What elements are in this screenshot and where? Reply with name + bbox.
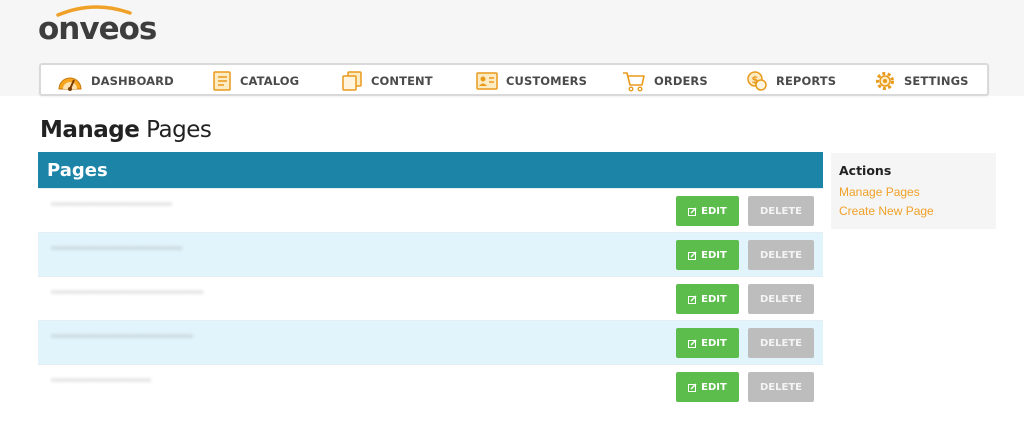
edit-button[interactable]: EDIT — [676, 196, 739, 226]
nav-label: DASHBOARD — [91, 73, 174, 88]
edit-label: EDIT — [701, 205, 727, 217]
delete-label: DELETE — [760, 249, 802, 261]
page-name-redacted: ~~~~~~~~~~~~~~~~~~~~~~~ — [51, 199, 172, 209]
nav-label: CONTENT — [371, 73, 433, 88]
list-item: ~~~~~~~~~~~~~~~~~~~~~~~ EDIT DELETE — [38, 188, 823, 232]
customers-card-icon — [476, 71, 498, 90]
pages-panel-header: Pages — [38, 152, 823, 188]
list-item: ~~~~~~~~~~~~~~~~~~~~~~~~~ EDIT DELETE — [38, 232, 823, 276]
delete-label: DELETE — [760, 205, 802, 217]
pages-list: ~~~~~~~~~~~~~~~~~~~~~~~ EDIT DELETE ~~~~… — [38, 188, 823, 408]
edit-label: EDIT — [701, 293, 727, 305]
nav-item-content[interactable]: CONTENT — [341, 68, 433, 93]
content-pages-icon — [342, 70, 362, 91]
actions-title: Actions — [839, 163, 892, 178]
edit-label: EDIT — [701, 249, 727, 261]
edit-pencil-icon — [688, 339, 697, 348]
nav-item-orders[interactable]: ORDERS — [622, 68, 708, 93]
page-title-strong: Manage — [40, 117, 140, 143]
delete-button[interactable]: DELETE — [748, 372, 814, 402]
nav-label: CATALOG — [240, 73, 300, 88]
nav-label: SETTINGS — [904, 73, 969, 88]
actions-sidebar: Actions Manage Pages Create New Page — [831, 153, 996, 229]
page-name-redacted: ~~~~~~~~~~~~~~~~~~~~~~~~~ — [51, 243, 183, 253]
delete-label: DELETE — [760, 381, 802, 393]
delete-label: DELETE — [760, 337, 802, 349]
edit-button[interactable]: EDIT — [676, 284, 739, 314]
delete-label: DELETE — [760, 293, 802, 305]
nav-item-customers[interactable]: CUSTOMERS — [476, 68, 587, 93]
nav-label: CUSTOMERS — [506, 73, 588, 88]
create-new-page-link[interactable]: Create New Page — [839, 202, 988, 221]
edit-pencil-icon — [688, 295, 697, 304]
page-name-redacted: ~~~~~~~~~~~~~~~~~~~~~~~~~~~~~ — [51, 287, 204, 297]
nav-item-settings[interactable]: SETTINGS — [874, 68, 969, 93]
manage-pages-link[interactable]: Manage Pages — [839, 183, 988, 202]
delete-button[interactable]: DELETE — [748, 328, 814, 358]
page-name-redacted: ~~~~~~~~~~~~~~~~~~~~~~~~~~~ — [51, 331, 193, 341]
list-item: ~~~~~~~~~~~~~~~~~~~~~~~~~~~ EDIT DELETE — [38, 320, 823, 364]
dashboard-gauge-icon — [58, 77, 82, 91]
pages-panel-title: Pages — [47, 159, 108, 181]
edit-label: EDIT — [701, 381, 727, 393]
edit-pencil-icon — [688, 207, 697, 216]
logo-text: onveos — [38, 11, 157, 47]
edit-button[interactable]: EDIT — [676, 328, 739, 358]
onveos-logo[interactable]: onveos — [38, 4, 157, 48]
catalog-document-icon — [213, 70, 231, 91]
nav-label: ORDERS — [654, 73, 708, 88]
nav-item-catalog[interactable]: CATALOG — [212, 68, 299, 93]
orders-cart-icon — [623, 71, 645, 92]
nav-label: REPORTS — [776, 73, 837, 88]
settings-gear-icon — [876, 71, 894, 90]
delete-button[interactable]: DELETE — [748, 196, 814, 226]
list-item: ~~~~~~~~~~~~~~~~~~~~~~~~~~~~~ EDIT DELET… — [38, 276, 823, 320]
reports-coins-icon: $ — [747, 70, 767, 91]
page-name-redacted: ~~~~~~~~~~~~~~~~~~~ — [51, 375, 151, 385]
edit-label: EDIT — [701, 337, 727, 349]
delete-button[interactable]: DELETE — [748, 240, 814, 270]
delete-button[interactable]: DELETE — [748, 284, 814, 314]
list-item: ~~~~~~~~~~~~~~~~~~~ EDIT DELETE — [38, 364, 823, 408]
edit-button[interactable]: EDIT — [676, 372, 739, 402]
edit-pencil-icon — [688, 251, 697, 260]
nav-item-dashboard[interactable]: DASHBOARD — [57, 68, 174, 93]
edit-button[interactable]: EDIT — [676, 240, 739, 270]
page-title: Manage Pages — [40, 117, 212, 143]
nav-item-reports[interactable]: $ REPORTS — [746, 68, 836, 93]
edit-pencil-icon — [688, 383, 697, 392]
page-title-rest: Pages — [139, 117, 212, 143]
main-nav: DASHBOARD CATALOG CONTENT CUSTOMERS ORDE… — [39, 63, 989, 96]
